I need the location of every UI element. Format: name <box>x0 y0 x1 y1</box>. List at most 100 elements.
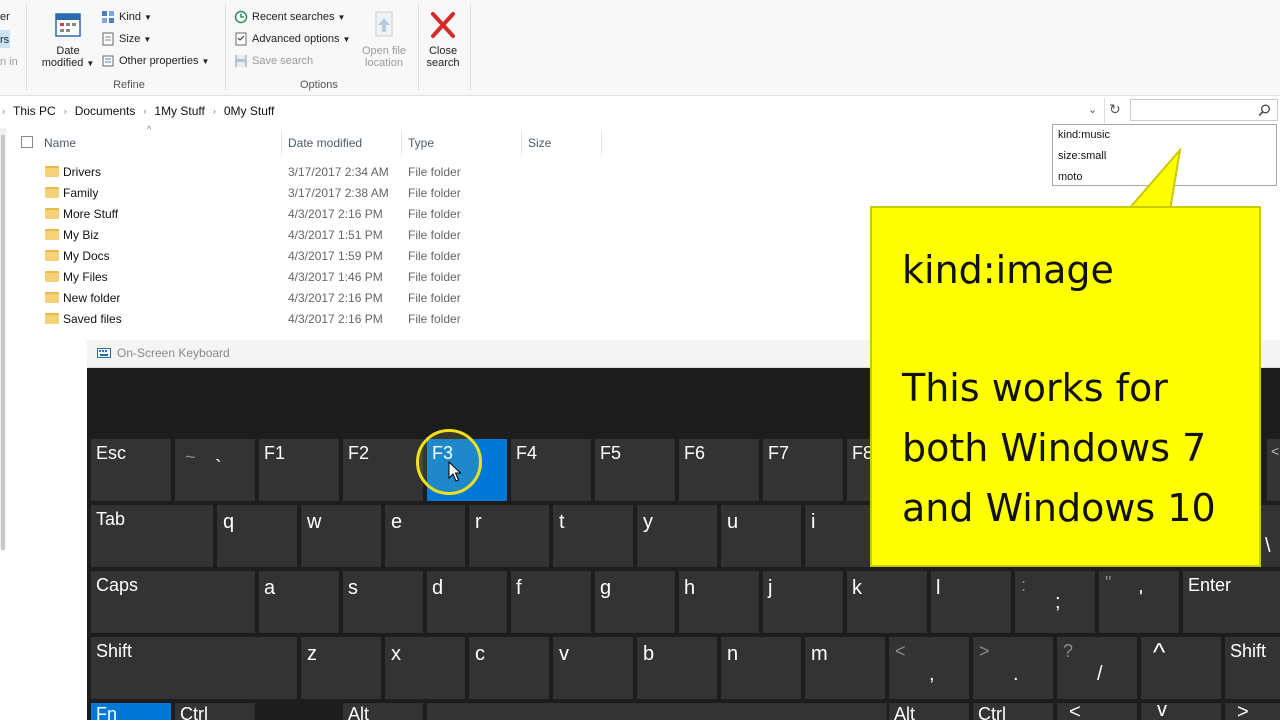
key-t[interactable]: t <box>553 505 633 567</box>
advanced-options-button[interactable]: Advanced options ▼ <box>234 32 350 46</box>
key-shift-left[interactable]: Shift <box>91 637 297 699</box>
table-row[interactable]: My Files 4/3/2017 1:46 PM File folder <box>0 266 860 287</box>
key-ctrl-right[interactable]: Ctrl <box>973 703 1053 724</box>
key-e[interactable]: e <box>385 505 465 567</box>
breadcrumb-this-pc[interactable]: This PC <box>13 104 56 118</box>
key-g[interactable]: g <box>595 571 675 633</box>
key-label: Esc <box>96 443 127 463</box>
column-header-type[interactable]: Type <box>408 136 434 150</box>
key-j[interactable]: j <box>763 571 843 633</box>
open-file-location-button[interactable]: Open file location <box>356 10 412 69</box>
kind-button[interactable]: Kind ▼ <box>101 10 152 24</box>
key-x[interactable]: x <box>385 637 465 699</box>
save-search-button[interactable]: Save search <box>234 54 313 68</box>
column-divider[interactable] <box>521 131 522 155</box>
key-space[interactable] <box>427 703 887 720</box>
folder-icon <box>45 313 59 324</box>
key-a[interactable]: a <box>259 571 339 633</box>
key-up-arrow[interactable]: ^ <box>1141 637 1221 699</box>
key-tab[interactable]: Tab <box>91 505 213 567</box>
key-r[interactable]: r <box>469 505 549 567</box>
date-modified-label-1: Date <box>56 45 80 57</box>
key-u[interactable]: u <box>721 505 801 567</box>
save-icon <box>235 55 247 67</box>
key-z[interactable]: z <box>301 637 381 699</box>
key-c[interactable]: c <box>469 637 549 699</box>
select-all-checkbox[interactable] <box>21 136 33 148</box>
key-comma[interactable]: < , <box>889 637 969 699</box>
folder-icon <box>45 292 59 303</box>
key-k[interactable]: k <box>847 571 927 633</box>
column-header-name[interactable]: Name <box>44 136 76 150</box>
key-y[interactable]: y <box>637 505 717 567</box>
search-input[interactable] <box>1130 99 1278 121</box>
breadcrumb-1my-stuff[interactable]: 1My Stuff <box>154 104 204 118</box>
key-label: Alt <box>894 704 916 724</box>
key-m[interactable]: m <box>805 637 885 699</box>
key-f6[interactable]: F6 <box>679 439 759 501</box>
table-row[interactable]: More Stuff 4/3/2017 2:16 PM File folder <box>0 203 860 224</box>
breadcrumb-documents[interactable]: Documents <box>75 104 136 118</box>
key-f[interactable]: f <box>511 571 591 633</box>
key-left-arrow[interactable]: < <box>1057 701 1137 723</box>
table-row[interactable]: New folder 4/3/2017 2:16 PM File folder <box>0 287 860 308</box>
other-properties-label: Other properties <box>119 54 199 67</box>
ribbon-partial-selected[interactable]: rs <box>0 30 10 48</box>
size-button[interactable]: Size ▼ <box>101 32 151 46</box>
key-backslash[interactable]: \ <box>1261 505 1280 567</box>
key-enter[interactable]: Enter <box>1183 571 1280 633</box>
close-search-button[interactable]: Close search <box>424 10 462 69</box>
key-fn[interactable]: Fn <box>91 703 171 724</box>
refresh-icon[interactable]: ↻ <box>1109 101 1121 118</box>
key-s[interactable]: s <box>343 571 423 633</box>
column-divider[interactable] <box>281 131 282 155</box>
date-modified-button[interactable]: Date modified ▼ <box>40 10 96 69</box>
address-history-dropdown[interactable]: ⌄ <box>1088 103 1097 116</box>
column-header-size[interactable]: Size <box>528 136 551 150</box>
key-f7[interactable]: F7 <box>763 439 843 501</box>
breadcrumb-0my-stuff[interactable]: 0My Stuff <box>224 104 274 118</box>
key-period[interactable]: > . <box>973 637 1053 699</box>
key-alt-left[interactable]: Alt <box>343 703 423 724</box>
key-semicolon[interactable]: : ; <box>1015 571 1095 633</box>
key-esc[interactable]: Esc <box>91 439 171 501</box>
key-quote[interactable]: " ' <box>1099 571 1179 633</box>
key-q[interactable]: q <box>217 505 297 567</box>
key-shift-right[interactable]: Shift <box>1225 637 1280 699</box>
key-slash[interactable]: ? / <box>1057 637 1137 699</box>
key-tilde[interactable]: ~ ` <box>175 439 255 501</box>
key-w[interactable]: w <box>301 505 381 567</box>
column-header-date-modified[interactable]: Date modified <box>288 136 362 150</box>
key-f4[interactable]: F4 <box>511 439 591 501</box>
key-alt-right[interactable]: Alt <box>889 703 969 724</box>
key-label: . <box>1013 663 1019 685</box>
key-b[interactable]: b <box>637 637 717 699</box>
key-n[interactable]: n <box>721 637 801 699</box>
table-row[interactable]: Saved files 4/3/2017 2:16 PM File folder <box>0 308 860 329</box>
other-properties-button[interactable]: Other properties ▼ <box>101 54 209 68</box>
table-row[interactable]: Drivers 3/17/2017 2:34 AM File folder <box>0 161 860 182</box>
key-back[interactable]: < <box>1267 439 1280 501</box>
key-h[interactable]: h <box>679 571 759 633</box>
key-f5[interactable]: F5 <box>595 439 675 501</box>
table-row[interactable]: My Docs 4/3/2017 1:59 PM File folder <box>0 245 860 266</box>
key-d[interactable]: d <box>427 571 507 633</box>
key-down-arrow[interactable]: v <box>1141 699 1221 721</box>
file-type: File folder <box>408 228 461 242</box>
key-ctrl-left[interactable]: Ctrl <box>175 703 255 724</box>
key-f2[interactable]: F2 <box>343 439 423 501</box>
key-v[interactable]: v <box>553 637 633 699</box>
key-caps[interactable]: Caps <box>91 571 255 633</box>
suggestion-kind-music[interactable]: kind:music <box>1058 129 1110 141</box>
table-row[interactable]: My Biz 4/3/2017 1:51 PM File folder <box>0 224 860 245</box>
column-divider[interactable] <box>601 131 602 155</box>
suggestion-moto[interactable]: moto <box>1058 171 1082 183</box>
date-modified-label-2: modified <box>41 57 84 69</box>
open-file-location-icon <box>375 11 393 37</box>
table-row[interactable]: Family 3/17/2017 2:38 AM File folder <box>0 182 860 203</box>
column-divider[interactable] <box>401 131 402 155</box>
key-l[interactable]: l <box>931 571 1011 633</box>
recent-searches-button[interactable]: Recent searches ▼ <box>234 10 345 24</box>
key-f1[interactable]: F1 <box>259 439 339 501</box>
key-right-arrow[interactable]: > <box>1225 701 1280 723</box>
